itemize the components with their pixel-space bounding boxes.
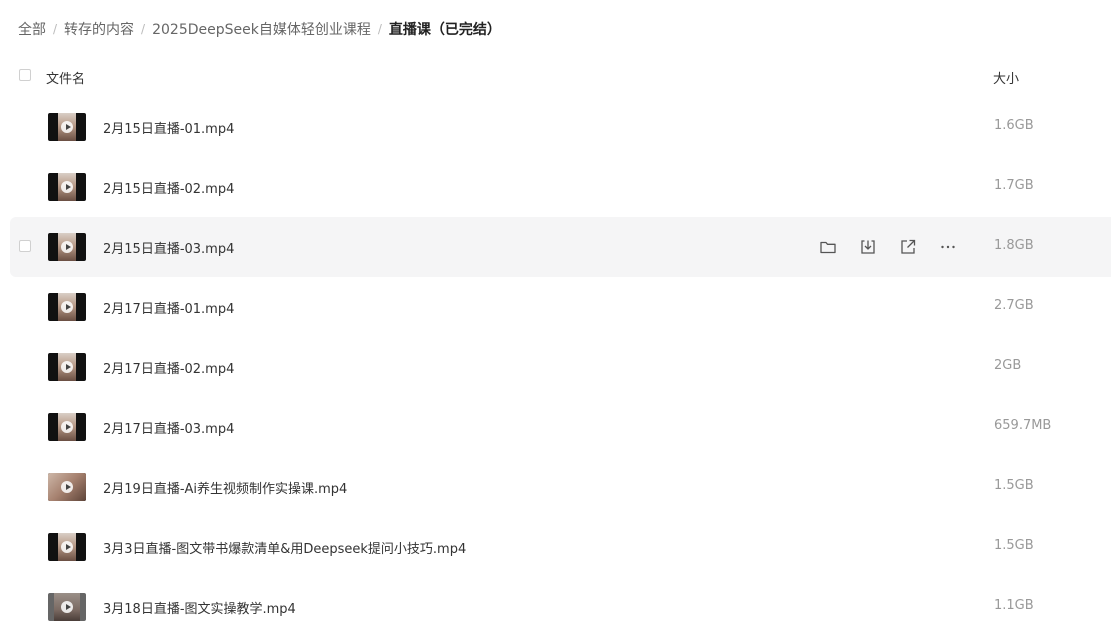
file-row[interactable]: 2月17日直播-03.mp4 659.7MB bbox=[10, 397, 1111, 457]
file-size: 1.5GB bbox=[994, 478, 1034, 493]
video-thumbnail[interactable] bbox=[48, 413, 86, 441]
file-name[interactable]: 3月18日直播-图文实操教学.mp4 bbox=[103, 598, 296, 617]
video-thumbnail[interactable] bbox=[48, 293, 86, 321]
file-list-header: 文件名 大小 bbox=[10, 60, 1111, 94]
file-name[interactable]: 2月15日直播-03.mp4 bbox=[103, 238, 234, 257]
file-size: 2.7GB bbox=[994, 298, 1034, 313]
file-name[interactable]: 2月15日直播-02.mp4 bbox=[103, 178, 234, 197]
more-icon bbox=[939, 238, 957, 256]
file-size: 1.7GB bbox=[994, 178, 1034, 193]
file-row[interactable]: 3月3日直播-图文带书爆款清单&用Deepseek提问小技巧.mp4 1.5GB bbox=[10, 517, 1111, 577]
play-icon bbox=[61, 601, 73, 613]
file-name[interactable]: 2月17日直播-01.mp4 bbox=[103, 298, 234, 317]
breadcrumb-link[interactable]: 2025DeepSeek自媒体轻创业课程 bbox=[152, 19, 371, 39]
file-row[interactable]: 2月19日直播-Ai养生视频制作实操课.mp4 1.5GB bbox=[10, 457, 1111, 517]
video-thumbnail[interactable] bbox=[48, 173, 86, 201]
breadcrumb-link[interactable]: 转存的内容 bbox=[64, 19, 134, 39]
row-actions bbox=[816, 235, 976, 259]
breadcrumb-link[interactable]: 全部 bbox=[18, 19, 46, 39]
play-icon bbox=[61, 421, 73, 433]
file-name[interactable]: 3月3日直播-图文带书爆款清单&用Deepseek提问小技巧.mp4 bbox=[103, 538, 466, 557]
file-name[interactable]: 2月15日直播-01.mp4 bbox=[103, 118, 234, 137]
breadcrumb-current: 直播课（已完结） bbox=[388, 22, 501, 38]
video-thumbnail[interactable] bbox=[48, 593, 86, 621]
file-size: 2GB bbox=[994, 358, 1022, 373]
file-row[interactable]: 3月18日直播-图文实操教学.mp4 1.1GB bbox=[10, 577, 1111, 637]
file-row[interactable]: 2月17日直播-01.mp4 2.7GB bbox=[10, 277, 1111, 337]
video-thumbnail[interactable] bbox=[48, 233, 86, 261]
play-icon bbox=[61, 481, 73, 493]
file-size: 1.6GB bbox=[994, 118, 1034, 133]
file-row[interactable]: 2月15日直播-01.mp4 1.6GB bbox=[10, 97, 1111, 157]
file-row[interactable]: 2月15日直播-03.mp4 1.8GB bbox=[10, 217, 1111, 277]
video-thumbnail[interactable] bbox=[48, 113, 86, 141]
select-all-checkbox[interactable] bbox=[19, 69, 31, 81]
play-icon bbox=[61, 361, 73, 373]
file-row[interactable]: 2月17日直播-02.mp4 2GB bbox=[10, 337, 1111, 397]
share-icon bbox=[899, 238, 917, 256]
folder-icon bbox=[819, 238, 837, 256]
more-button[interactable] bbox=[936, 235, 960, 259]
file-size: 659.7MB bbox=[994, 418, 1052, 433]
play-icon bbox=[61, 301, 73, 313]
download-button[interactable] bbox=[856, 235, 880, 259]
breadcrumb-separator: / bbox=[53, 22, 58, 36]
play-icon bbox=[61, 541, 73, 553]
breadcrumb-separator: / bbox=[377, 22, 382, 36]
video-thumbnail[interactable] bbox=[48, 353, 86, 381]
file-name[interactable]: 2月17日直播-02.mp4 bbox=[103, 358, 234, 377]
breadcrumb-separator: / bbox=[141, 22, 146, 36]
download-icon bbox=[859, 238, 877, 256]
file-list: 2月15日直播-01.mp4 1.6GB 2月15日直播-02.mp4 1.7GB 2月… bbox=[10, 97, 1111, 637]
file-size: 1.8GB bbox=[994, 238, 1034, 253]
video-thumbnail[interactable] bbox=[48, 533, 86, 561]
play-icon bbox=[61, 181, 73, 193]
play-icon bbox=[61, 241, 73, 253]
file-row[interactable]: 2月15日直播-02.mp4 1.7GB bbox=[10, 157, 1111, 217]
play-icon bbox=[61, 121, 73, 133]
file-name[interactable]: 2月17日直播-03.mp4 bbox=[103, 418, 234, 437]
share-button[interactable] bbox=[896, 235, 920, 259]
column-header-size[interactable]: 大小 bbox=[993, 68, 1019, 87]
file-size: 1.5GB bbox=[994, 538, 1034, 553]
column-header-name[interactable]: 文件名 bbox=[46, 68, 85, 87]
video-thumbnail[interactable] bbox=[48, 473, 86, 501]
file-size: 1.1GB bbox=[994, 598, 1034, 613]
breadcrumb: 全部 / 转存的内容 / 2025DeepSeek自媒体轻创业课程 / 直播课（已完结） bbox=[18, 18, 501, 40]
file-name[interactable]: 2月19日直播-Ai养生视频制作实操课.mp4 bbox=[103, 478, 347, 497]
folder-button[interactable] bbox=[816, 235, 840, 259]
row-checkbox[interactable] bbox=[19, 240, 31, 252]
